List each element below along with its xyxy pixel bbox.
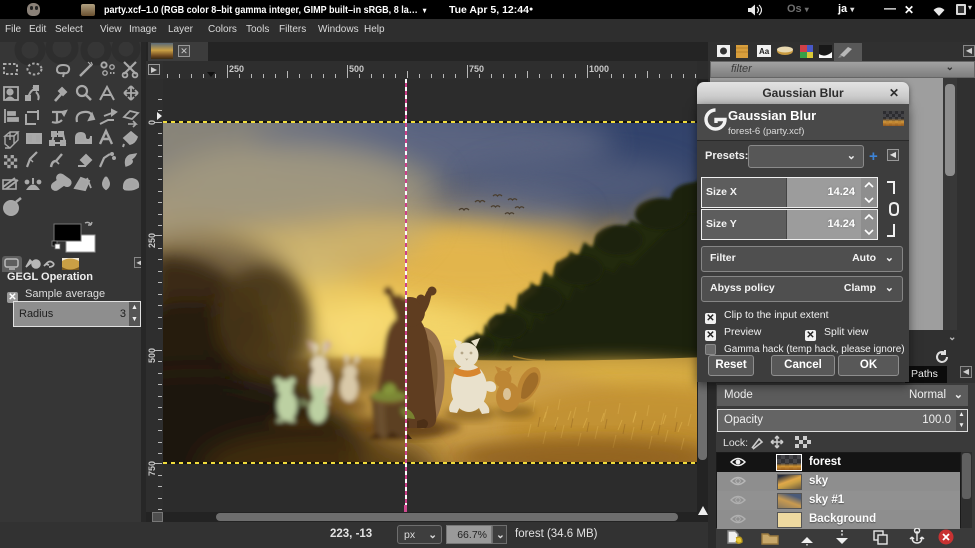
- svg-text:750: 750: [147, 461, 157, 476]
- svg-text:1000: 1000: [589, 64, 609, 74]
- svg-text:500: 500: [147, 348, 157, 363]
- svg-text:250: 250: [229, 64, 244, 74]
- svg-text:250: 250: [147, 233, 157, 248]
- svg-text:500: 500: [349, 64, 364, 74]
- svg-text:0: 0: [147, 120, 157, 125]
- svg-text:750: 750: [469, 64, 484, 74]
- svg-text:Aa: Aa: [759, 47, 770, 56]
